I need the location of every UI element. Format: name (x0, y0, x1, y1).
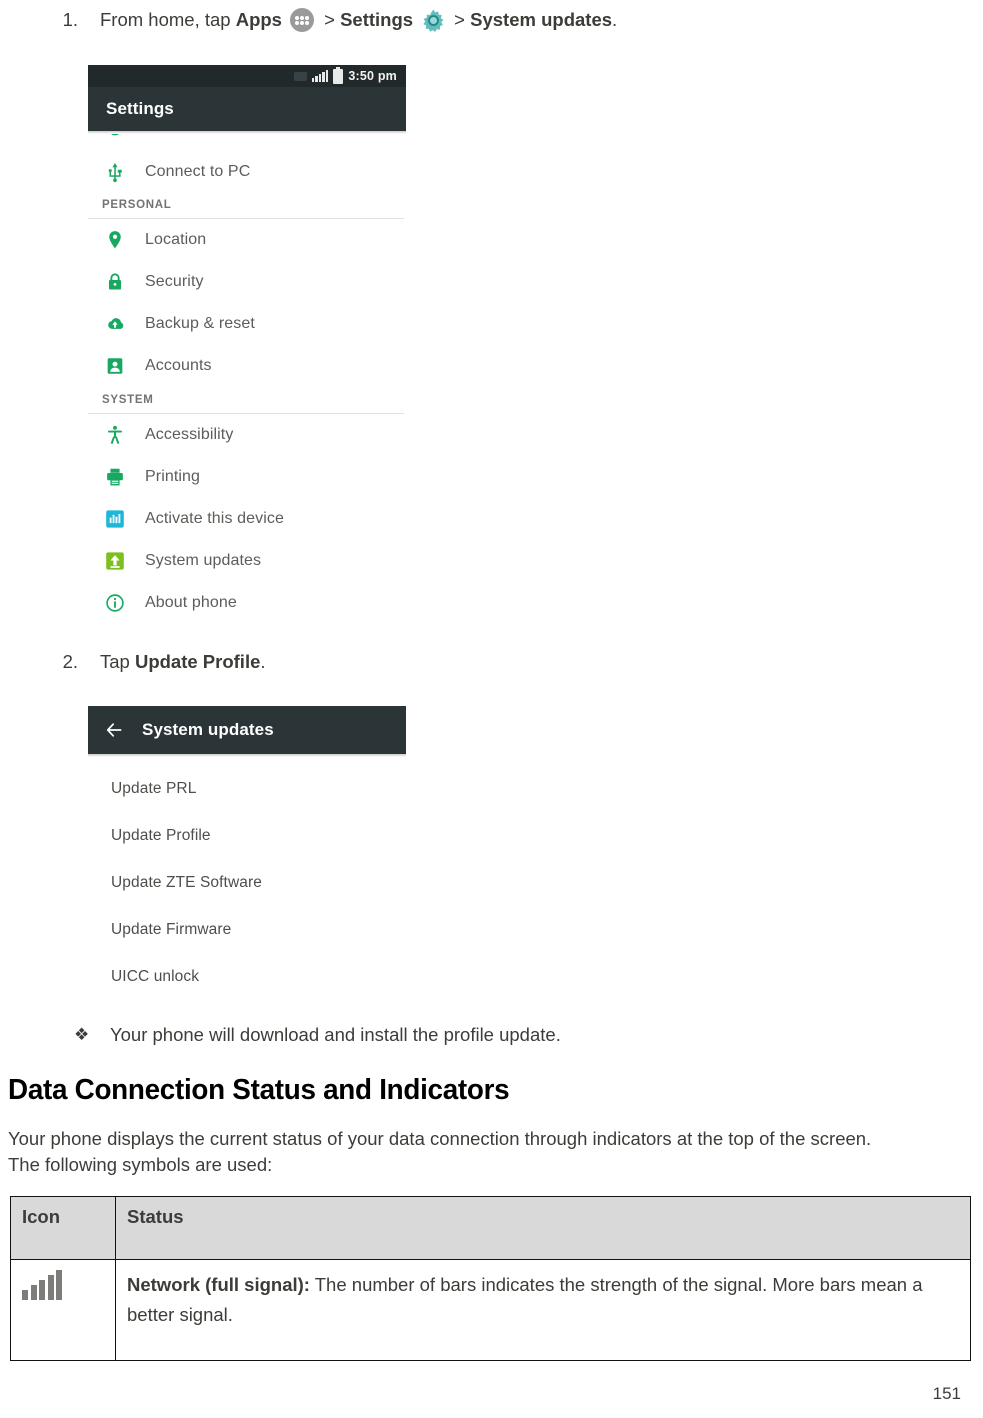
partial-row-top (88, 134, 406, 152)
person-card-icon (104, 355, 126, 377)
updates-list: Update PRL Update Profile Update ZTE Sof… (88, 757, 406, 1018)
table-header-row: Icon Status (10, 1196, 971, 1260)
signal-bars-icon (311, 70, 329, 82)
step-2-prefix: Tap (100, 651, 135, 672)
step-2-bold-update-profile: Update Profile (134, 651, 261, 672)
info-circle-icon (104, 592, 126, 614)
note-text: Your phone will download and install the… (110, 1024, 561, 1045)
settings-row-system-updates[interactable]: System updates (88, 540, 406, 582)
cloud-upload-icon (104, 313, 126, 335)
updates-app-bar: System updates (88, 706, 406, 754)
indicators-table: Icon Status Network (full signal): The n… (10, 1196, 971, 1361)
settings-row-backup-reset[interactable]: Backup & reset (88, 303, 406, 345)
location-pin-icon (104, 229, 126, 251)
step-1-bold-settings: Settings (340, 9, 414, 30)
table-row: Network (full signal): The number of bar… (10, 1259, 971, 1361)
usb-icon (104, 161, 126, 183)
intro-paragraph-line-2: The following symbols are used: (8, 1154, 273, 1175)
settings-row-label: Accessibility (145, 426, 234, 443)
settings-title: Settings (106, 99, 174, 118)
step-1-number: 1. (62, 9, 78, 30)
updates-row-uicc-unlock[interactable]: UICC unlock (88, 953, 406, 1000)
updates-row-update-firmware[interactable]: Update Firmware (88, 906, 406, 953)
section-header-personal: PERSONAL (102, 199, 172, 211)
step-1-bold-apps: Apps (235, 9, 282, 30)
status-bar: 3:50 pm (88, 65, 406, 87)
table-header-status: Status (115, 1196, 971, 1260)
signal-bars-full-icon (22, 1270, 62, 1300)
settings-row-printing[interactable]: Printing (88, 456, 406, 498)
status-label-bold: Network (full signal): (127, 1274, 310, 1295)
partial-icon (104, 134, 126, 140)
settings-row-label: Location (145, 231, 207, 248)
settings-row-label: About phone (145, 594, 237, 611)
updates-row-label: UICC unlock (111, 967, 200, 985)
section-header-system: SYSTEM (102, 394, 154, 406)
settings-row-label: Accounts (145, 357, 212, 374)
step-2-number: 2. (62, 651, 78, 672)
step-1-sep-2: > (449, 9, 471, 30)
step-1-suffix: . (612, 9, 618, 30)
activate-device-icon (104, 508, 126, 530)
step-2-suffix: . (260, 651, 266, 672)
updates-row-update-zte-software[interactable]: Update ZTE Software (88, 859, 406, 906)
updates-row-label: Update ZTE Software (111, 873, 262, 891)
settings-row-label: Printing (145, 468, 201, 485)
updates-row-update-prl[interactable]: Update PRL (88, 765, 406, 812)
step-1-sep-1: > (318, 9, 341, 30)
updates-row-label: Update Profile (111, 826, 211, 844)
battery-icon (333, 66, 344, 84)
step-1-prefix: From home, tap (100, 9, 236, 30)
settings-row-connect-to-pc[interactable]: Connect to PC (88, 152, 406, 192)
settings-app-bar: Settings (88, 87, 406, 131)
settings-list: Connect to PC PERSONAL Location Security… (88, 134, 406, 624)
settings-row-location[interactable]: Location (88, 219, 406, 261)
settings-screenshot: 3:50 pm Settings Connect to PC PERSONAL … (88, 65, 406, 624)
notification-ghost-icon (293, 71, 307, 81)
table-cell-status: Network (full signal): The number of bar… (115, 1259, 971, 1361)
intro-paragraph: Your phone displays the current status o… (8, 1126, 983, 1178)
page-number: 151 (932, 1384, 961, 1403)
note-bullet-line: ❖ Your phone will download and install t… (74, 1023, 561, 1047)
back-arrow-icon[interactable] (104, 720, 124, 740)
intro-paragraph-line-1: Your phone displays the current status o… (8, 1128, 872, 1149)
step-1-text: From home, tap Apps > Settings > System … (100, 8, 617, 33)
table-header-icon: Icon (10, 1196, 116, 1260)
settings-row-label: Connect to PC (145, 163, 251, 180)
status-bar-time: 3:50 pm (348, 69, 397, 83)
settings-row-label: Activate this device (145, 510, 284, 527)
diamond-bullet-icon: ❖ (74, 1025, 90, 1044)
settings-row-label: System updates (145, 552, 262, 569)
page-title: Data Connection Status and Indicators (8, 1074, 510, 1106)
step-2: 2. Tap Update Profile. (38, 650, 266, 674)
accessibility-person-icon (104, 424, 126, 446)
updates-row-label: Update Firmware (111, 920, 232, 938)
printer-icon (104, 466, 126, 488)
step-1: 1. From home, tap Apps > Settings > Syst… (38, 8, 617, 33)
step-2-text: Tap Update Profile. (100, 650, 266, 674)
updates-row-update-profile[interactable]: Update Profile (88, 812, 406, 859)
system-update-arrow-icon (104, 550, 126, 572)
settings-row-label: Backup & reset (145, 315, 255, 332)
settings-row-accessibility[interactable]: Accessibility (88, 414, 406, 456)
lock-icon (104, 271, 126, 293)
settings-row-label: Security (145, 273, 204, 290)
settings-row-activate-device[interactable]: Activate this device (88, 498, 406, 540)
step-1-bold-system-updates: System updates (470, 9, 613, 30)
apps-grid-icon (289, 8, 314, 32)
gear-icon (421, 8, 446, 33)
table-cell-icon (10, 1259, 116, 1361)
updates-row-label: Update PRL (111, 779, 197, 797)
system-updates-screenshot: System updates Update PRL Update Profile… (88, 706, 406, 1018)
settings-row-accounts[interactable]: Accounts (88, 345, 406, 387)
settings-row-about-phone[interactable]: About phone (88, 582, 406, 624)
settings-row-security[interactable]: Security (88, 261, 406, 303)
updates-title: System updates (142, 720, 274, 739)
